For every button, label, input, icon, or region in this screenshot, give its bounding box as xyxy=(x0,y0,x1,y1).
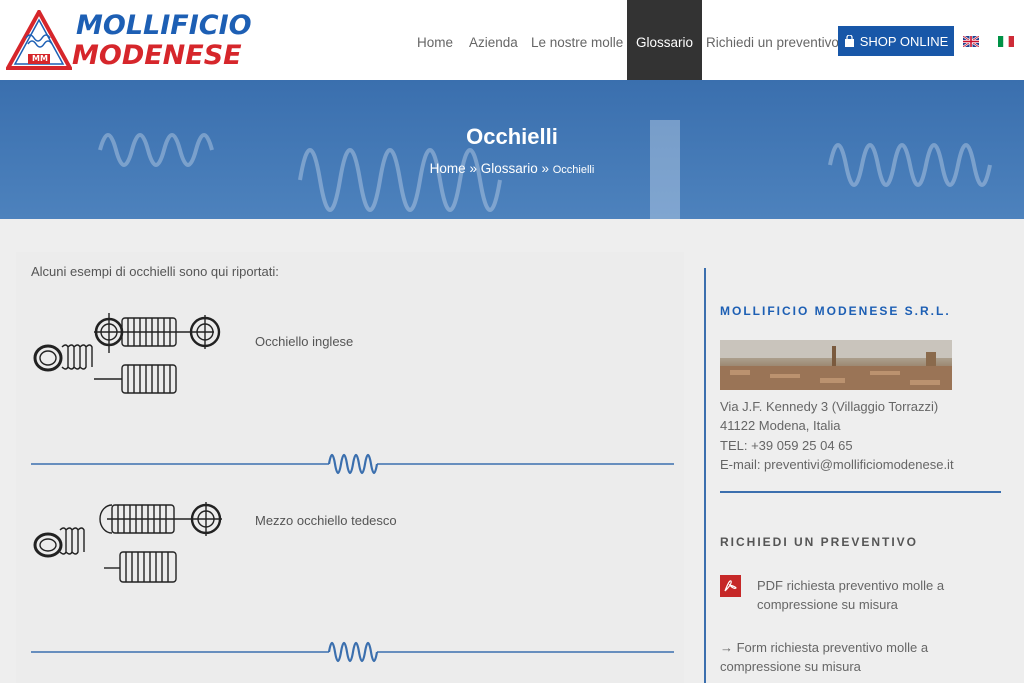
site-header: MM MOLLIFICIO MODENESE Home Azienda Le n… xyxy=(0,0,1024,80)
shopping-bag-icon xyxy=(844,35,854,47)
item-label-occhiello-inglese: Occhiello inglese xyxy=(255,334,354,349)
logo-line-2: MODENESE xyxy=(72,40,242,71)
breadcrumb-home[interactable]: Home xyxy=(430,161,466,176)
italy-flag-icon[interactable] xyxy=(998,36,1014,47)
breadcrumb-glossario[interactable]: Glossario xyxy=(481,161,538,176)
item-label-mezzo-occhiello-tedesco: Mezzo occhiello tedesco xyxy=(255,513,397,528)
logo-badge: MM xyxy=(32,54,48,63)
city-skyline-graphic xyxy=(720,340,952,390)
shop-online-label: SHOP ONLINE xyxy=(859,33,949,49)
city-image xyxy=(720,340,952,390)
shop-online-button[interactable]: SHOP ONLINE xyxy=(838,26,954,56)
company-phone[interactable]: TEL: +39 059 25 04 65 xyxy=(720,436,853,455)
breadcrumb-current: Occhielli xyxy=(552,164,595,176)
company-heading: MOLLIFICIO MODENESE S.R.L. xyxy=(720,304,951,318)
pdf-quote-link-line-1[interactable]: PDF richiesta preventivo molle a xyxy=(757,576,944,595)
intro-text: Alcuni esempi di occhielli sono qui ripo… xyxy=(31,264,279,279)
nav-home[interactable]: Home xyxy=(417,0,453,80)
page-title: Occhielli xyxy=(466,124,558,149)
company-address-1: Via J.F. Kennedy 3 (Villaggio Torrazzi) xyxy=(720,399,939,414)
uk-flag-icon[interactable] xyxy=(963,36,979,47)
sidebar-divider xyxy=(720,491,1001,493)
spring-divider-icon xyxy=(31,641,674,663)
pdf-icon[interactable] xyxy=(720,575,741,597)
mezzo-occhiello-tedesco-drawing xyxy=(33,502,222,583)
company-email[interactable]: E-mail: preventivi@mollificiomodenese.it xyxy=(720,455,954,474)
occhiello-inglese-drawing xyxy=(33,313,221,394)
page-banner: Occhielli Home » Glossario » Occhielli xyxy=(0,80,1024,219)
nav-azienda[interactable]: Azienda xyxy=(469,0,518,80)
form-quote-link-line-2[interactable]: compressione su misura xyxy=(720,657,861,676)
logo[interactable]: MM MOLLIFICIO MODENESE xyxy=(6,8,252,71)
breadcrumb-separator: » xyxy=(537,161,553,176)
sidebar-border xyxy=(704,268,706,683)
nav-glossario[interactable]: Glossario xyxy=(627,0,703,80)
breadcrumb: Home » Glossario » Occhielli xyxy=(0,161,1024,176)
breadcrumb-separator: » xyxy=(465,161,481,176)
nav-richiedi-preventivo[interactable]: Richiedi un preventivo xyxy=(706,0,839,80)
logo-line-1: MOLLIFICIO xyxy=(76,10,252,41)
company-address-2: 41122 Modena, Italia xyxy=(720,418,841,433)
quote-heading: RICHIEDI UN PREVENTIVO xyxy=(720,535,919,549)
form-quote-link-line-1[interactable]: → Form richiesta preventivo molle a xyxy=(720,638,928,657)
pdf-quote-link-line-2[interactable]: compressione su misura xyxy=(757,595,898,614)
nav-le-nostre-molle[interactable]: Le nostre molle xyxy=(531,0,623,80)
spring-divider-icon xyxy=(31,453,674,475)
